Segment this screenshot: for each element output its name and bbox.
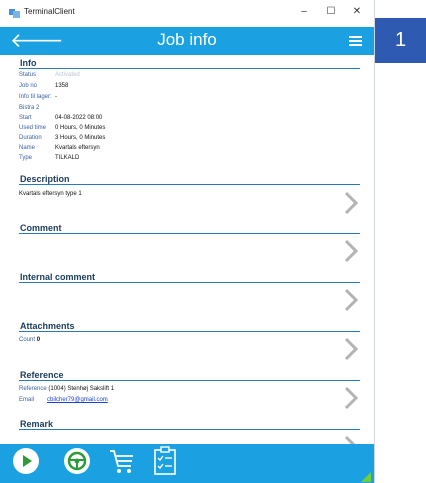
info-heading: Info: [20, 58, 37, 68]
divider: [19, 429, 360, 430]
app-bar: 🡐 Job info: [0, 27, 374, 55]
info-row-info-til-lager: Info til lager: -: [19, 94, 57, 100]
reference-email: Email cbilcher79@gmail.com: [19, 397, 108, 403]
chevron-right-icon[interactable]: [343, 239, 359, 263]
close-button[interactable]: ✕: [350, 6, 364, 17]
chevron-right-icon[interactable]: [343, 386, 359, 410]
steering-wheel-icon: [67, 451, 87, 471]
divider: [19, 68, 360, 69]
play-icon: [23, 455, 32, 467]
comment-heading: Comment: [20, 223, 62, 233]
info-row-type: Type TILKALD: [19, 155, 80, 161]
reference-heading: Reference: [20, 370, 64, 380]
attachments-count: Count 0: [19, 337, 41, 343]
resize-grip-icon[interactable]: [355, 472, 371, 482]
play-button[interactable]: [13, 448, 39, 474]
title-bar: TerminalClient – ☐ ✕: [0, 0, 374, 27]
divider: [19, 282, 360, 283]
info-row-name: Name Kvartals eftersyn: [19, 145, 100, 151]
internal-comment-heading: Internal comment: [20, 272, 96, 282]
maximize-button[interactable]: ☐: [324, 6, 338, 17]
divider: [19, 233, 360, 234]
info-row-used-time: Used time 0 Hours, 0 Minutes: [19, 125, 106, 131]
window-title: TerminalClient: [24, 7, 75, 16]
divider: [19, 380, 360, 381]
info-row-bistra: Bistra 2: [19, 105, 40, 111]
info-row-start: Start 04-08-2022 08:00: [19, 115, 103, 121]
divider: [19, 331, 360, 332]
app-icon: [9, 9, 20, 18]
email-link[interactable]: cbilcher79@gmail.com: [47, 397, 108, 403]
cart-icon[interactable]: [108, 447, 136, 475]
remark-heading: Remark: [20, 419, 54, 429]
chevron-right-icon[interactable]: [343, 191, 359, 215]
info-row-job-no: Job no 1358: [19, 83, 69, 89]
app-window: TerminalClient – ☐ ✕ 🡐 Job info Info Sta…: [0, 0, 375, 483]
job-info-content[interactable]: Info Status Activated Job no 1358 Info til…: [0, 55, 374, 444]
info-row-duration: Duration 3 Hours, 0 Minutes: [19, 135, 106, 141]
chevron-right-icon[interactable]: [343, 435, 359, 444]
divider: [19, 184, 360, 185]
attachments-heading: Attachments: [20, 321, 75, 331]
description-heading: Description: [20, 174, 70, 184]
step-number-badge: 1: [375, 18, 426, 63]
drive-button[interactable]: [64, 448, 90, 474]
chevron-right-icon[interactable]: [343, 337, 359, 361]
description-text: Kvartals eftersyn type 1: [19, 191, 82, 197]
page-title: Job info: [157, 30, 217, 49]
bottom-toolbar: [0, 444, 374, 483]
hamburger-menu-icon[interactable]: [349, 36, 362, 46]
info-row-status: Status Activated: [19, 72, 80, 78]
reference-value: Reference (1004) Stenhøj Sakslift 1: [19, 386, 115, 392]
minimize-button[interactable]: –: [297, 6, 311, 17]
checklist-icon[interactable]: [153, 446, 177, 476]
chevron-right-icon[interactable]: [343, 288, 359, 312]
